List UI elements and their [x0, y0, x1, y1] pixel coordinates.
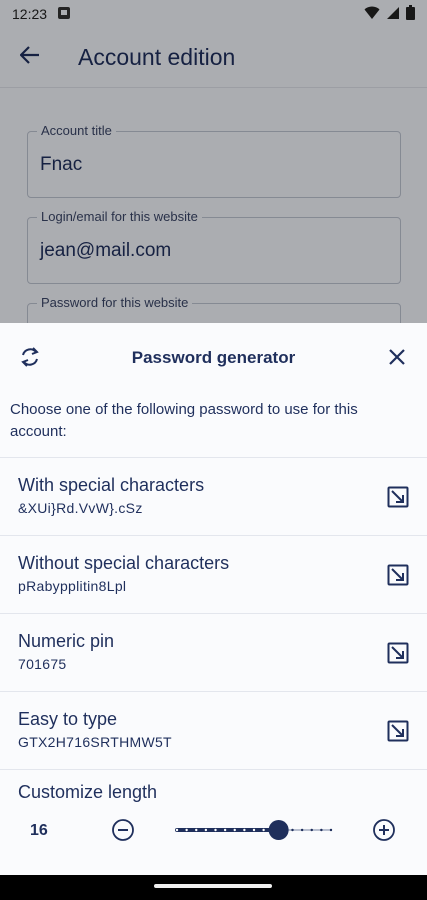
option-title: Numeric pin: [18, 631, 115, 651]
length-value: 16: [30, 822, 48, 839]
slider-tick: [214, 828, 217, 832]
password-generator-sheet: Password generator Choose one of the fol…: [0, 323, 427, 875]
use-password-icon[interactable]: [387, 642, 409, 664]
system-nav-bar: [0, 875, 427, 900]
option-password: pRabypplitin8Lpl: [18, 578, 127, 594]
option-password: &XUi}Rd.VvW}.cSz: [18, 500, 143, 516]
option-title: With special characters: [18, 475, 205, 495]
option-password: 701675: [18, 656, 67, 672]
sheet-header: Password generator: [0, 323, 427, 393]
slider-tick: [175, 828, 179, 832]
slider-tick: [195, 828, 198, 832]
customize-length-label: Customize length: [18, 782, 158, 802]
refresh-button[interactable]: [16, 345, 44, 373]
option-numeric-pin[interactable]: Numeric pin 701675: [0, 613, 427, 691]
length-slider[interactable]: [175, 819, 333, 841]
slider-tick: [204, 828, 208, 832]
sheet-title: Password generator: [131, 348, 296, 367]
sheet-description: Choose one of the following password to …: [10, 401, 358, 440]
option-special-characters[interactable]: With special characters &XUi}Rd.VvW}.cSz: [0, 457, 427, 535]
slider-tick: [223, 828, 227, 832]
slider-tick: [320, 828, 323, 832]
slider-tick: [300, 828, 304, 832]
slider-tick: [252, 828, 256, 832]
use-password-icon[interactable]: [387, 720, 409, 742]
slider-tick: [233, 828, 236, 832]
use-password-icon[interactable]: [387, 564, 409, 586]
minus-circle-icon[interactable]: [111, 818, 135, 842]
slider-tick: [243, 828, 246, 832]
option-no-special-characters[interactable]: Without special characters pRabypplitin8…: [0, 535, 427, 613]
refresh-icon: [19, 346, 41, 373]
slider-tick: [185, 828, 188, 832]
option-title: Without special characters: [18, 553, 230, 573]
option-title: Easy to type: [18, 709, 118, 729]
home-indicator[interactable]: [154, 884, 272, 888]
slider-thumb: [268, 820, 289, 840]
close-icon: [388, 348, 406, 371]
slider-tick: [329, 828, 333, 832]
customize-length-section: Customize length 16: [0, 769, 427, 875]
slider-tick: [262, 828, 265, 832]
plus-circle-icon[interactable]: [372, 818, 396, 842]
slider-tick: [291, 828, 294, 832]
slider-tick: [310, 828, 313, 832]
close-button[interactable]: [383, 345, 411, 373]
use-password-icon[interactable]: [387, 486, 409, 508]
option-easy-to-type[interactable]: Easy to type GTX2H716SRTHMW5T: [0, 691, 427, 769]
option-password: GTX2H716SRTHMW5T: [18, 734, 172, 750]
screen: 12:23 Account edition Account title Fnac…: [0, 0, 427, 875]
